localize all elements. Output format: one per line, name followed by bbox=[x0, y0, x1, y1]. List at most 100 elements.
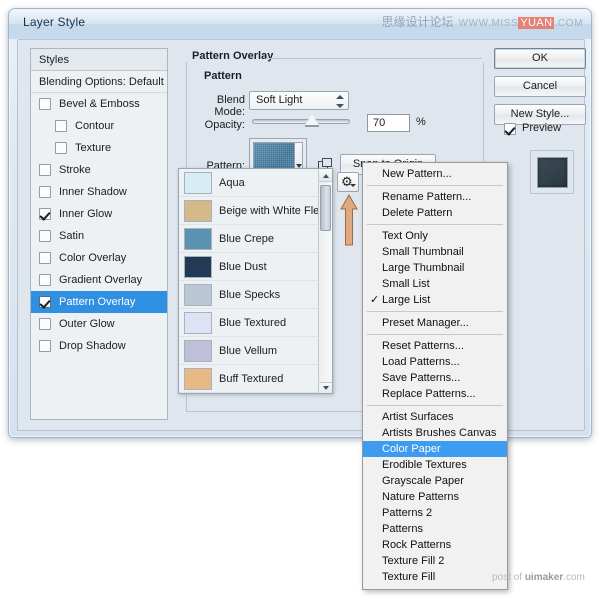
menu-item-nature-patterns[interactable]: Nature Patterns bbox=[363, 489, 507, 505]
menu-separator bbox=[367, 185, 503, 186]
menu-item-artists-brushes-canvas[interactable]: Artists Brushes Canvas bbox=[363, 425, 507, 441]
style-item-checkbox[interactable] bbox=[39, 230, 51, 242]
style-item-texture[interactable]: Texture bbox=[31, 137, 167, 159]
menu-item-small-list[interactable]: Small List bbox=[363, 276, 507, 292]
menu-item-new-pattern[interactable]: New Pattern... bbox=[363, 166, 507, 182]
style-item-pattern-overlay[interactable]: Pattern Overlay bbox=[31, 291, 167, 313]
style-item-checkbox[interactable] bbox=[39, 296, 51, 308]
menu-item-color-paper[interactable]: Color Paper bbox=[363, 441, 507, 457]
style-item-checkbox[interactable] bbox=[39, 340, 51, 352]
style-item-checkbox[interactable] bbox=[39, 274, 51, 286]
scroll-up-icon[interactable] bbox=[319, 169, 332, 182]
menu-item-replace-patterns[interactable]: Replace Patterns... bbox=[363, 386, 507, 402]
preview-checkbox[interactable] bbox=[504, 123, 516, 135]
pattern-list-item-label: Blue Crepe bbox=[219, 233, 275, 245]
menu-item-label: Delete Pattern bbox=[382, 207, 453, 219]
pattern-list-item[interactable]: Aqua bbox=[179, 169, 332, 197]
menu-item-rock-patterns[interactable]: Rock Patterns bbox=[363, 537, 507, 553]
style-item-checkbox[interactable] bbox=[39, 186, 51, 198]
pattern-list-item-label: Blue Textured bbox=[219, 317, 287, 329]
menu-item-preset-manager[interactable]: Preset Manager... bbox=[363, 315, 507, 331]
menu-item-artist-surfaces[interactable]: Artist Surfaces bbox=[363, 409, 507, 425]
pattern-picker-popup[interactable]: Aqua Beige with White Flecks Blue Crepe Blu… bbox=[178, 168, 333, 394]
menu-item-save-patterns[interactable]: Save Patterns... bbox=[363, 370, 507, 386]
pattern-list-item-label: Blue Dust bbox=[219, 261, 267, 273]
menu-item-texture-fill-2[interactable]: Texture Fill 2 bbox=[363, 553, 507, 569]
style-item-checkbox[interactable] bbox=[39, 208, 51, 220]
menu-item-erodible-textures[interactable]: Erodible Textures bbox=[363, 457, 507, 473]
menu-item-label: Large List bbox=[382, 294, 431, 306]
style-item-satin[interactable]: Satin bbox=[31, 225, 167, 247]
menu-item-large-thumbnail[interactable]: Large Thumbnail bbox=[363, 260, 507, 276]
style-item-checkbox[interactable] bbox=[55, 120, 67, 132]
menu-item-load-patterns[interactable]: Load Patterns... bbox=[363, 354, 507, 370]
menu-separator bbox=[367, 334, 503, 335]
style-item-inner-shadow[interactable]: Inner Shadow bbox=[31, 181, 167, 203]
menu-item-label: Replace Patterns... bbox=[382, 388, 476, 400]
preview-thumbnail bbox=[537, 157, 568, 188]
style-item-contour[interactable]: Contour bbox=[31, 115, 167, 137]
opacity-input[interactable]: 70 bbox=[367, 114, 410, 132]
watermark-top-highlight: YUAN bbox=[518, 17, 555, 29]
style-item-checkbox[interactable] bbox=[39, 318, 51, 330]
menu-item-patterns[interactable]: Patterns bbox=[363, 521, 507, 537]
blending-options-row[interactable]: Blending Options: Default bbox=[31, 71, 167, 93]
pattern-list-item[interactable]: Blue Dust bbox=[179, 253, 332, 281]
style-item-color-overlay[interactable]: Color Overlay bbox=[31, 247, 167, 269]
checkmark-icon: ✓ bbox=[370, 294, 380, 306]
pattern-list-item[interactable]: Buff Textured bbox=[179, 365, 332, 393]
style-item-checkbox[interactable] bbox=[39, 252, 51, 264]
style-item-inner-glow[interactable]: Inner Glow bbox=[31, 203, 167, 225]
style-item-label: Pattern Overlay bbox=[59, 296, 136, 308]
pattern-list-scrollbar[interactable] bbox=[318, 169, 332, 393]
menu-item-delete-pattern[interactable]: Delete Pattern bbox=[363, 205, 507, 221]
style-item-label: Gradient Overlay bbox=[59, 274, 143, 286]
style-item-stroke[interactable]: Stroke bbox=[31, 159, 167, 181]
menu-item-text-only[interactable]: Text Only bbox=[363, 228, 507, 244]
menu-separator bbox=[367, 311, 503, 312]
pattern-options-menu[interactable]: New Pattern... Rename Pattern... Delete Pa… bbox=[362, 162, 508, 590]
preview-box bbox=[530, 150, 574, 194]
scrollbar-thumb[interactable] bbox=[320, 185, 331, 231]
ok-button[interactable]: OK bbox=[494, 48, 586, 69]
style-item-outer-glow[interactable]: Outer Glow bbox=[31, 313, 167, 335]
pattern-swatch-chip bbox=[184, 284, 212, 306]
pattern-swatch-chip bbox=[184, 200, 212, 222]
menu-item-label: Rock Patterns bbox=[382, 539, 452, 551]
pattern-list-item[interactable]: Blue Crepe bbox=[179, 225, 332, 253]
menu-item-grayscale-paper[interactable]: Grayscale Paper bbox=[363, 473, 507, 489]
cancel-button[interactable]: Cancel bbox=[494, 76, 586, 97]
pattern-list-item[interactable]: Blue Specks bbox=[179, 281, 332, 309]
pattern-options-gear-button[interactable]: ⚙ bbox=[337, 172, 359, 192]
style-item-gradient-overlay[interactable]: Gradient Overlay bbox=[31, 269, 167, 291]
pattern-list-item[interactable]: Beige with White Flecks bbox=[179, 197, 332, 225]
menu-item-label: Text Only bbox=[382, 230, 428, 242]
scroll-down-icon[interactable] bbox=[319, 382, 332, 393]
spinner-icon[interactable] bbox=[335, 95, 344, 108]
dialog-buttons: OK Cancel New Style... bbox=[494, 48, 586, 132]
menu-item-texture-fill[interactable]: Texture Fill bbox=[363, 569, 507, 585]
style-item-checkbox[interactable] bbox=[39, 98, 51, 110]
menu-item-label: Texture Fill 2 bbox=[382, 555, 445, 567]
menu-item-label: Grayscale Paper bbox=[382, 475, 464, 487]
blend-mode-select[interactable]: Soft Light bbox=[249, 91, 349, 110]
pattern-list: Aqua Beige with White Flecks Blue Crepe Blu… bbox=[179, 169, 332, 393]
style-item-checkbox[interactable] bbox=[39, 164, 51, 176]
pattern-list-item[interactable]: Blue Vellum bbox=[179, 337, 332, 365]
opacity-slider-thumb[interactable] bbox=[305, 114, 319, 126]
style-item-checkbox[interactable] bbox=[55, 142, 67, 154]
menu-item-large-list[interactable]: ✓ Large List bbox=[363, 292, 507, 308]
pattern-swatch-chip bbox=[184, 312, 212, 334]
opacity-slider-track[interactable] bbox=[252, 119, 350, 124]
menu-item-small-thumbnail[interactable]: Small Thumbnail bbox=[363, 244, 507, 260]
menu-item-rename-pattern[interactable]: Rename Pattern... bbox=[363, 189, 507, 205]
preview-checkbox-row[interactable]: Preview bbox=[504, 122, 591, 138]
menu-item-patterns-2[interactable]: Patterns 2 bbox=[363, 505, 507, 521]
style-item-bevel-emboss[interactable]: Bevel & Emboss bbox=[31, 93, 167, 115]
menu-item-label: Load Patterns... bbox=[382, 356, 460, 368]
pattern-swatch-chip bbox=[184, 368, 212, 390]
pattern-list-item[interactable]: Blue Textured bbox=[179, 309, 332, 337]
menu-item-reset-patterns[interactable]: Reset Patterns... bbox=[363, 338, 507, 354]
opacity-value: 70 bbox=[373, 117, 386, 129]
style-item-drop-shadow[interactable]: Drop Shadow bbox=[31, 335, 167, 357]
